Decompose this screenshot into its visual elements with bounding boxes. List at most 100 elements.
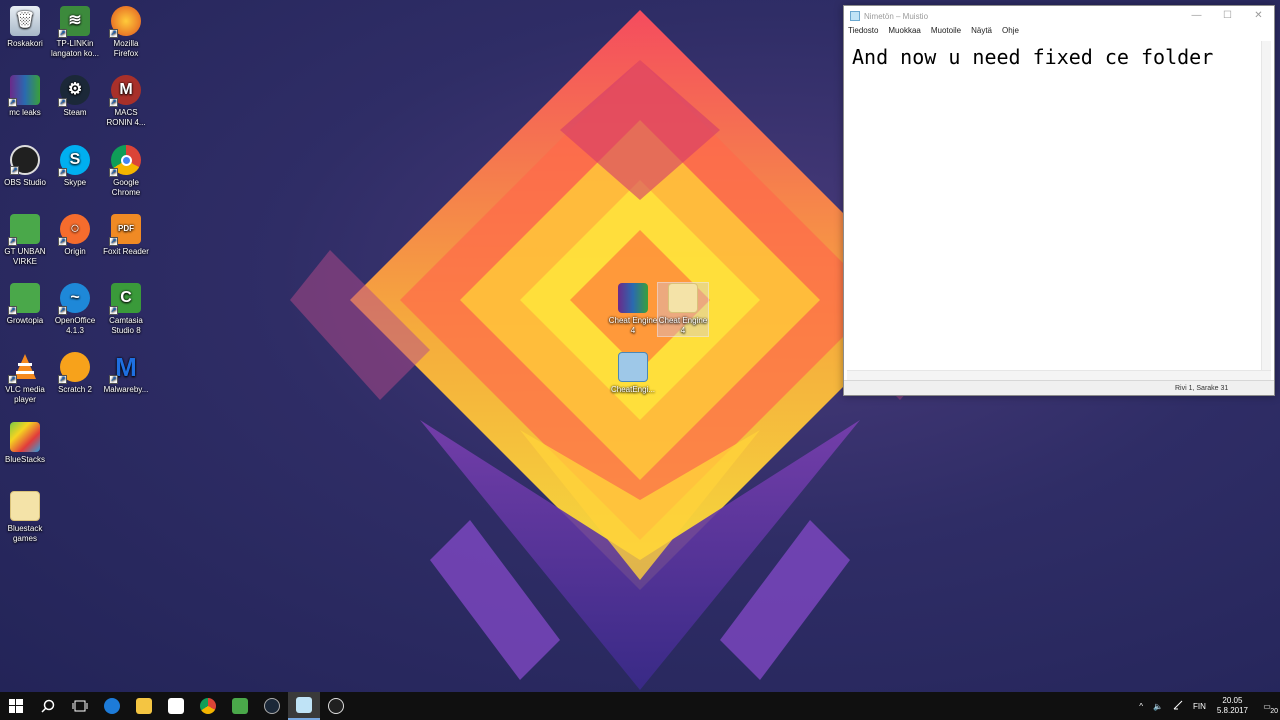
task-view-icon[interactable] <box>64 692 96 720</box>
menu-view[interactable]: Näytä <box>971 26 992 40</box>
icon-label: Malwareby... <box>103 385 149 394</box>
language-indicator[interactable]: FIN <box>1188 702 1211 711</box>
desktop-icon-steam[interactable]: ⚙ ↗ Steam <box>50 75 100 118</box>
desktop-icon-malwarebytes[interactable]: M ↗ Malwareby... <box>101 352 151 395</box>
icon-label: Steam <box>63 108 87 117</box>
recycle-bin-icon: 🗑 <box>10 6 40 36</box>
growtopia-taskbar-button[interactable] <box>224 692 256 720</box>
desktop-icon-chrome[interactable]: ↗ Google Chrome <box>101 145 151 198</box>
icon-label: BlueStacks <box>4 455 46 464</box>
desktop-icon-openoffice[interactable]: ~ ↗ OpenOffice 4.1.3 <box>50 283 100 336</box>
taskbar: ^ 🔈 FIN 20.05 5.8.2017 ▭ 20 <box>0 692 1280 720</box>
notepad-taskbar-button[interactable] <box>288 692 320 720</box>
icon-label: Google Chrome <box>111 178 141 197</box>
folder-icon <box>136 698 152 714</box>
desktop-icon-scratch[interactable]: ↗ Scratch 2 <box>50 352 100 395</box>
file-explorer-taskbar-button[interactable] <box>128 692 160 720</box>
desktop-icon-gt-unban[interactable]: ↗ GT UNBAN VIRKE <box>0 214 50 267</box>
desktop-icon-obs[interactable]: ↗ OBS Studio <box>0 145 50 188</box>
obs-taskbar-button[interactable] <box>320 692 352 720</box>
desktop-icon-firefox[interactable]: ↗ Mozilla Firefox <box>101 6 151 59</box>
icon-label: Foxit Reader <box>103 247 149 256</box>
growtopia-icon: ↗ <box>8 283 40 315</box>
chrome-taskbar-button[interactable] <box>192 692 224 720</box>
notepad-window[interactable]: Nimetön – Muistio — ☐ ✕ Tiedosto Muokkaa… <box>843 5 1275 396</box>
desktop-icon-recycle-bin[interactable]: 🗑 Roskakori <box>0 6 50 49</box>
origin-icon: ○ ↗ <box>58 214 90 246</box>
clock-time: 20.05 <box>1222 696 1243 705</box>
menu-format[interactable]: Muotoile <box>931 26 961 40</box>
desktop-icon-bluestack-games[interactable]: Bluestack games <box>0 491 50 544</box>
winrar-icon: ↗ <box>8 75 40 107</box>
action-center-button[interactable]: ▭ 20 <box>1254 702 1280 715</box>
steam-icon: ⚙ ↗ <box>58 75 90 107</box>
icon-label: GT UNBAN VIRKE <box>4 247 46 266</box>
desktop-icon-vlc[interactable]: ↗ VLC media player <box>0 352 50 405</box>
network-icon[interactable] <box>1168 700 1188 712</box>
bluestacks-icon <box>10 422 40 452</box>
icon-label: CheatEngi... <box>610 385 656 394</box>
steam-icon <box>264 698 280 714</box>
icon-label: Mozilla Firefox <box>113 39 139 58</box>
maximize-button[interactable]: ☐ <box>1212 6 1243 26</box>
desktop-icon-bluestacks[interactable]: BlueStacks <box>0 422 50 465</box>
minimize-button[interactable]: — <box>1181 6 1212 26</box>
desktop-icon-camtasia[interactable]: C ↗ Camtasia Studio 8 <box>101 283 151 336</box>
menu-edit[interactable]: Muokkaa <box>888 26 920 40</box>
notification-count: 20 <box>1270 707 1278 715</box>
desktop-icon-skype[interactable]: S ↗ Skype <box>50 145 100 188</box>
menu-file[interactable]: Tiedosto <box>848 26 878 40</box>
notepad-icon <box>296 697 312 713</box>
search-icon[interactable] <box>32 692 64 720</box>
desktop-icon-cheat-engine-folder[interactable]: Cheat Engine 4 <box>657 282 709 337</box>
desktop-icon-tplink[interactable]: ≋ ↗ TP-LINKin langaton ko... <box>50 6 100 59</box>
scratch-cat-icon: ↗ <box>58 352 90 384</box>
clock[interactable]: 20.05 5.8.2017 <box>1211 696 1254 716</box>
menu-help[interactable]: Ohje <box>1002 26 1019 40</box>
icon-label: VLC media player <box>5 385 45 404</box>
folder-icon <box>10 491 40 521</box>
vertical-scrollbar[interactable] <box>1261 41 1271 370</box>
desktop-icon-origin[interactable]: ○ ↗ Origin <box>50 214 100 257</box>
icon-label: Growtopia <box>6 316 44 325</box>
close-button[interactable]: ✕ <box>1243 6 1274 26</box>
openoffice-icon: ~ ↗ <box>58 283 90 315</box>
firefox-icon: ↗ <box>109 6 141 38</box>
edge-taskbar-button[interactable] <box>96 692 128 720</box>
windows-start-icon[interactable] <box>0 692 32 720</box>
icon-label: Bluestack games <box>7 524 43 543</box>
skype-icon: S ↗ <box>58 145 90 177</box>
macs-ronin-icon: M ↗ <box>109 75 141 107</box>
desktop-icon-growtopia[interactable]: ↗ Growtopia <box>0 283 50 326</box>
volume-icon[interactable]: 🔈 <box>1148 702 1168 711</box>
icon-label: Roskakori <box>7 39 43 48</box>
desktop-icon-mc-leaks[interactable]: ↗ mc leaks <box>0 75 50 118</box>
icon-label: Cheat Engine 4 <box>658 316 708 335</box>
window-title: Nimetön – Muistio <box>864 11 929 21</box>
menu-bar: Tiedosto Muokkaa Muotoile Näytä Ohje <box>844 26 1274 40</box>
horizontal-scrollbar[interactable] <box>847 370 1271 380</box>
desktop-icon-cheat-engine-installer[interactable]: CheatEngi... <box>608 352 658 395</box>
notepad-icon <box>850 11 860 21</box>
store-bag-icon <box>168 698 184 714</box>
installer-icon <box>618 352 648 382</box>
system-tray: ^ 🔈 FIN 20.05 5.8.2017 ▭ 20 <box>1134 692 1280 720</box>
steam-taskbar-button[interactable] <box>256 692 288 720</box>
desktop-icon-foxit[interactable]: PDF ↗ Foxit Reader <box>101 214 151 257</box>
chrome-icon: ↗ <box>109 145 141 177</box>
icon-label: mc leaks <box>9 108 41 117</box>
winrar-archive-icon <box>618 283 648 313</box>
desktop-icon-macs-ronin[interactable]: M ↗ MACS RONIN 4... <box>101 75 151 128</box>
show-hidden-icons-chevron[interactable]: ^ <box>1134 702 1148 711</box>
obs-icon <box>328 698 344 714</box>
status-bar: Rivi 1, Sarake 31 <box>844 380 1274 395</box>
text-editor-area[interactable]: And now u need fixed ce folder <box>847 41 1260 370</box>
folder-icon <box>668 283 698 313</box>
growtopia-icon: ↗ <box>8 214 40 246</box>
malwarebytes-icon: M ↗ <box>109 352 137 384</box>
notepad-titlebar[interactable]: Nimetön – Muistio — ☐ ✕ <box>844 6 1274 26</box>
edge-icon <box>104 698 120 714</box>
icon-label: Scratch 2 <box>58 385 92 394</box>
desktop-icon-cheat-engine-archive[interactable]: Cheat Engine 4 <box>608 283 658 336</box>
store-taskbar-button[interactable] <box>160 692 192 720</box>
